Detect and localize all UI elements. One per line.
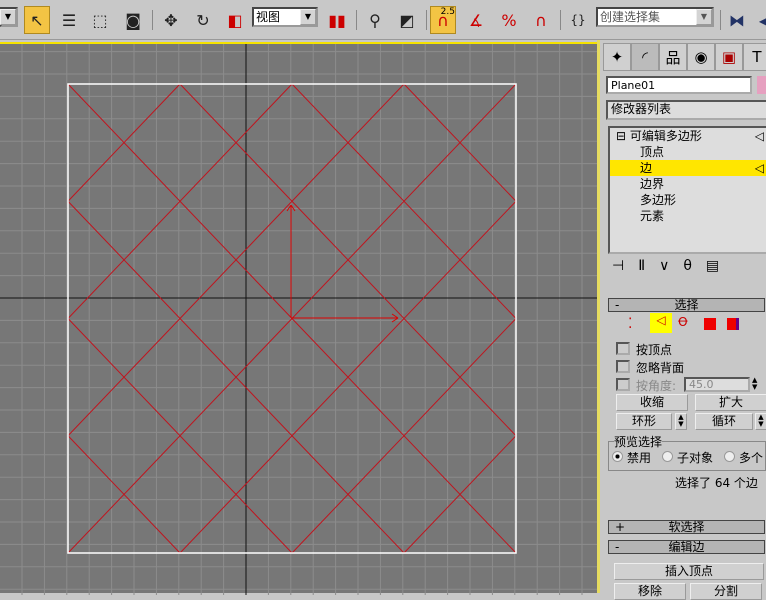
loop-button[interactable]: 循环 (695, 413, 753, 430)
utilities-icon[interactable]: T (743, 43, 766, 71)
subobject-border-icon[interactable]: Ꝋ (678, 315, 688, 329)
edge-subobject-icon: ◁ (754, 161, 764, 175)
grow-button[interactable]: 扩大 (695, 394, 766, 411)
modify-icon[interactable]: ◜ (631, 43, 659, 71)
preview-multiple-label: 多个 (739, 451, 764, 465)
stack-item-polygon[interactable]: 多边形 (610, 192, 766, 208)
viewport-canvas[interactable] (0, 0, 597, 595)
selection-set-value: 创建选择集 (600, 10, 661, 24)
rollout-title: 编辑边 (668, 540, 705, 554)
modifier-list-label: 修改器列表 (611, 102, 672, 116)
stack-item-element[interactable]: 元素 (610, 208, 766, 224)
show-end-result-icon[interactable]: Ⅱ (638, 258, 659, 274)
insert-vertex-button[interactable]: 插入顶点 (614, 563, 764, 580)
hierarchy-icon[interactable]: 品 (659, 43, 687, 71)
stack-item-label: 顶点 (640, 145, 665, 159)
subobject-polygon-icon[interactable] (704, 318, 716, 330)
modifier-list-select[interactable]: 修改器列表 (606, 100, 766, 120)
remove-button[interactable]: 移除 (614, 583, 686, 600)
rollout-title: 选择 (674, 298, 699, 312)
gizmo-x-arrow (391, 313, 399, 319)
stack-item-label: 边界 (640, 177, 665, 191)
selection-set-select[interactable]: 创建选择集 ▼ (596, 7, 714, 27)
stack-item-border[interactable]: 边界 (610, 176, 766, 192)
modifier-stack: ⊟ 可编辑多边形 ◁ 顶点 边 ◁ 边界 多边形 元素 (608, 126, 766, 254)
split-button[interactable]: 分割 (690, 583, 762, 600)
by-angle-checkbox[interactable] (616, 378, 630, 391)
subobject-element-icon[interactable] (727, 318, 739, 330)
selection-status: 选择了 64 个边 (675, 476, 758, 490)
ring-button[interactable]: 环形 (616, 413, 672, 430)
pin-stack-icon[interactable]: ⊣ (612, 258, 638, 274)
remove-modifier-icon[interactable]: θ (683, 258, 706, 274)
rollout-selection-header[interactable]: - 选择 (608, 298, 765, 312)
edge-subobject-icon: ◁ (754, 129, 764, 143)
stack-root[interactable]: ⊟ 可编辑多边形 ◁ (610, 128, 766, 144)
preview-selection-title: 预览选择 (614, 433, 663, 450)
by-angle-label: 按角度: (636, 379, 677, 393)
stack-root-label: 可编辑多边形 (629, 129, 702, 143)
ignore-backfacing-checkbox[interactable] (616, 360, 630, 373)
angle-input[interactable]: 45.0 (684, 377, 750, 392)
by-vertex-checkbox[interactable] (616, 342, 630, 355)
stack-toolbar: ⊣Ⅱ∨θ▤ (612, 258, 733, 274)
stack-item-vertex[interactable]: 顶点 (610, 144, 766, 160)
by-vertex-label: 按顶点 (636, 343, 673, 357)
angle-spinner[interactable]: ▲ ▼ (752, 377, 757, 391)
object-name-input[interactable]: Plane01 (606, 76, 752, 94)
display-icon[interactable]: ▣ (715, 43, 743, 71)
subobject-edge-icon[interactable]: ◁ (650, 313, 672, 333)
configure-modifier-sets-icon[interactable]: ▤ (706, 258, 733, 274)
shrink-button[interactable]: 收缩 (616, 394, 688, 411)
preview-multiple-radio[interactable] (724, 451, 735, 462)
create-icon[interactable]: ✦ (603, 43, 631, 71)
subobject-vertex-icon[interactable]: ⁚ (628, 316, 632, 332)
object-color-swatch[interactable] (757, 76, 766, 94)
rollout-title: 软选择 (668, 520, 705, 534)
motion-icon[interactable]: ◉ (687, 43, 715, 71)
preview-subobject-radio[interactable] (662, 451, 673, 462)
viewport-top[interactable] (0, 42, 597, 595)
stack-item-label: 元素 (640, 209, 665, 223)
rollout-soft-selection-header[interactable]: + 软选择 (608, 520, 765, 534)
command-panel: ✦ ◜ 品 ◉ ▣ T Plane01 修改器列表 ⊟ 可编辑多边形 ◁ 顶点 边… (597, 40, 766, 600)
rollout-edit-edges-header[interactable]: - 编辑边 (608, 540, 765, 554)
make-unique-icon[interactable]: ∨ (659, 258, 683, 274)
preview-disabled-radio[interactable] (612, 451, 623, 462)
ignore-backfacing-label: 忽略背面 (636, 361, 685, 375)
preview-subobject-label: 子对象 (677, 451, 714, 465)
align-icon[interactable]: ◀ (752, 6, 766, 34)
stack-item-label: 边 (640, 161, 653, 175)
mirror-icon[interactable]: ⧓ (724, 6, 750, 34)
ring-spinner[interactable]: ▲ ▼ (675, 413, 687, 430)
stack-item-label: 多边形 (640, 193, 677, 207)
stack-item-edge[interactable]: 边 ◁ (610, 160, 766, 176)
loop-spinner[interactable]: ▲ ▼ (755, 413, 766, 430)
preview-disabled-label: 禁用 (627, 451, 652, 465)
